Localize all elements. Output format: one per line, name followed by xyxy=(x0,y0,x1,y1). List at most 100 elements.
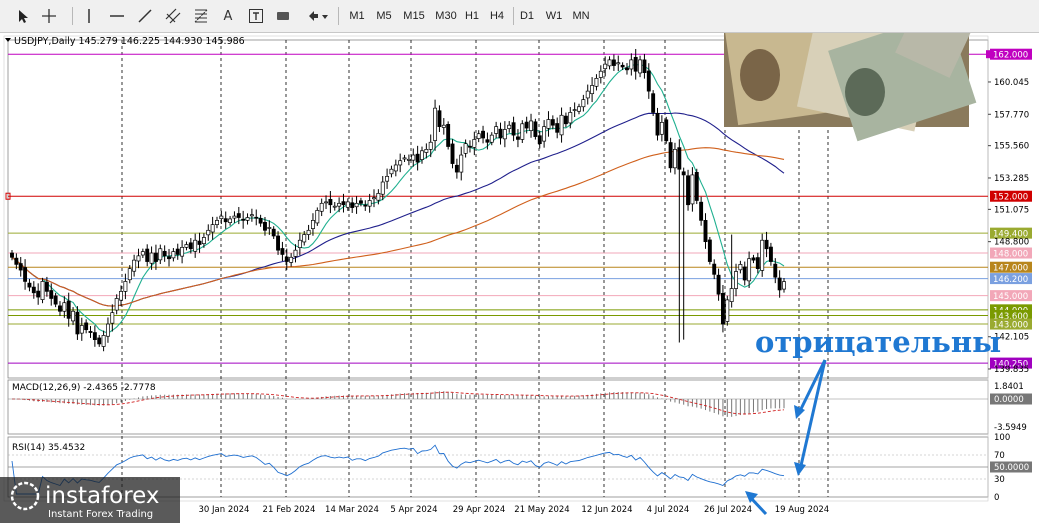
candle-body xyxy=(577,106,581,112)
timeframe-d1[interactable]: D1 xyxy=(517,6,537,26)
watermark: instaforexInstant Forex Trading xyxy=(0,477,180,523)
timeframe-mn[interactable]: MN xyxy=(570,6,592,26)
candle-body xyxy=(603,63,608,70)
candle-body xyxy=(385,175,390,182)
candle-body xyxy=(712,263,717,275)
candle-body xyxy=(559,114,564,136)
candle-body xyxy=(310,220,315,229)
candle-body xyxy=(27,282,32,288)
candle-body xyxy=(219,215,224,220)
level-tag-text: 152.000 xyxy=(993,193,1028,203)
candle-body xyxy=(494,126,499,134)
candle-body xyxy=(53,295,58,305)
candle-body xyxy=(489,134,494,143)
candle-body xyxy=(127,268,132,281)
date-axis: 30 Jan 2024 21 Feb 2024 14 Mar 2024 5 Apr 2… xyxy=(199,505,830,515)
fibonacci-icon[interactable] xyxy=(192,7,210,25)
candle-body xyxy=(572,109,577,111)
candle-body xyxy=(210,224,215,233)
candle-body xyxy=(241,218,246,221)
date-label: 26 Jul 2024 xyxy=(704,505,752,515)
candle-body xyxy=(651,93,656,113)
candle-body xyxy=(625,67,629,71)
horizontal-line-icon[interactable] xyxy=(108,7,126,25)
candle-body xyxy=(533,121,538,137)
candle-body xyxy=(58,305,62,312)
candle-body xyxy=(777,277,782,291)
candle-body xyxy=(337,202,342,207)
candle-body xyxy=(476,133,481,139)
crosshair-icon[interactable] xyxy=(40,7,58,25)
candle-body xyxy=(611,59,616,66)
candle-body xyxy=(707,239,712,262)
candle-body xyxy=(424,149,429,153)
text-icon[interactable]: A xyxy=(219,7,237,25)
candle-body xyxy=(267,227,272,229)
currency-photo xyxy=(722,33,977,142)
candle-body xyxy=(699,201,704,221)
candle-body xyxy=(367,200,372,207)
candle-body xyxy=(236,213,241,218)
candle-body xyxy=(437,110,442,127)
candle-body xyxy=(215,220,219,225)
timeframe-h4[interactable]: H4 xyxy=(487,6,507,26)
trendline-icon[interactable] xyxy=(136,7,154,25)
channel-icon[interactable] xyxy=(164,7,182,25)
candle-body xyxy=(673,149,677,169)
candle-body xyxy=(690,174,695,205)
candle-body xyxy=(694,172,699,201)
timeframe-m5[interactable]: M5 xyxy=(373,6,395,26)
candle-body xyxy=(49,290,54,299)
candle-body xyxy=(62,302,67,312)
candle-body xyxy=(681,171,686,176)
candle-body xyxy=(167,256,171,260)
candle-body xyxy=(524,121,529,129)
price-scale-label: 139.835 xyxy=(994,365,1029,375)
candle-body xyxy=(450,143,455,164)
candle-body xyxy=(742,266,747,281)
level-tag-text: 145.000 xyxy=(993,292,1028,302)
candle-body xyxy=(563,115,568,125)
candle-body xyxy=(184,244,189,248)
level-tag-text: 146.200 xyxy=(993,275,1028,285)
candle-body xyxy=(760,239,765,271)
candle-body xyxy=(411,154,416,161)
candle-body xyxy=(66,300,71,319)
candle-body xyxy=(380,181,385,195)
candle-body xyxy=(145,248,150,262)
candle-body xyxy=(106,323,110,337)
candle-body xyxy=(529,120,533,131)
candle-body xyxy=(498,128,503,139)
candle-body xyxy=(655,112,660,136)
candle-body xyxy=(454,164,459,173)
candle-body xyxy=(341,201,346,206)
candle-body xyxy=(31,286,36,294)
timeframe-m15[interactable]: M15 xyxy=(400,6,428,26)
candle-body xyxy=(550,119,555,126)
portrait xyxy=(740,49,780,101)
chart-canvas: 1.8401 0.0000 -3.5949 100 70 50.0000 30 0 162.… xyxy=(0,33,1032,523)
vertical-line-icon[interactable] xyxy=(80,7,98,25)
candle-body xyxy=(511,122,516,136)
timeframe-m30[interactable]: M30 xyxy=(432,6,460,26)
candle-body xyxy=(507,124,512,129)
candle-body xyxy=(555,123,560,133)
candle-body xyxy=(372,197,376,200)
timeframe-m1[interactable]: M1 xyxy=(346,6,368,26)
candle-body xyxy=(271,228,276,237)
timeframe-h1[interactable]: H1 xyxy=(462,6,482,26)
candle-body xyxy=(228,218,233,223)
timeframe-w1[interactable]: W1 xyxy=(544,6,564,26)
rectangle-icon[interactable] xyxy=(274,7,292,25)
candle-body xyxy=(276,235,281,251)
candle-body xyxy=(136,255,141,262)
toolbar-divider xyxy=(338,7,339,25)
date-label: 19 Aug 2024 xyxy=(775,505,829,515)
label-icon[interactable] xyxy=(247,7,265,25)
candle-body xyxy=(188,242,193,250)
candle-body xyxy=(223,218,228,223)
price-scale-label: 160.045 xyxy=(994,78,1029,88)
shapes-icon[interactable] xyxy=(306,7,330,25)
cursor-icon[interactable] xyxy=(14,7,32,25)
macd-scale-label: 0.0000 xyxy=(994,395,1024,405)
